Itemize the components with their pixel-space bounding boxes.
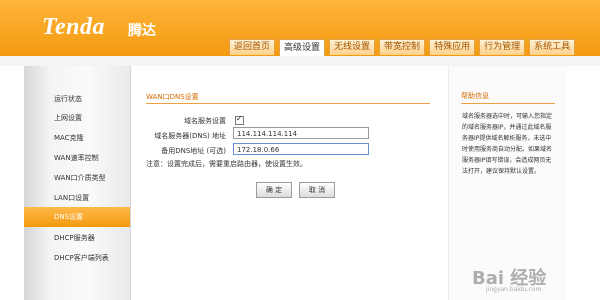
sidebar-item-wan-speed[interactable]: WAN速率控制 xyxy=(24,148,130,168)
secondary-dns-label: 备用DNS地址 (可选) xyxy=(161,147,226,155)
primary-dns-input[interactable]: 114.114.114.114 xyxy=(233,127,369,139)
sidebar: 运行状态 上网设置 MAC克隆 WAN速率控制 WAN口介质类型 LAN口设置 … xyxy=(24,66,131,300)
primary-dns-label: 域名服务器(DNS) 地址 xyxy=(154,132,226,140)
tab-wireless-settings[interactable]: 无线设置 xyxy=(329,39,376,55)
ok-button[interactable]: 确 定 xyxy=(256,182,292,198)
help-divider xyxy=(461,103,555,104)
logo-chinese-text: 腾达 xyxy=(128,23,156,39)
sidebar-item-internet[interactable]: 上网设置 xyxy=(24,108,130,128)
watermark-url: jingyan.baidu.com xyxy=(486,286,542,293)
tab-advanced-settings[interactable]: 高级设置 xyxy=(279,39,326,56)
sidebar-item-dns[interactable]: DNS设置 xyxy=(24,207,130,227)
sidebar-item-wan-media[interactable]: WAN口介质类型 xyxy=(24,168,130,188)
secondary-dns-input[interactable]: 172.18.0.66 xyxy=(233,143,369,155)
sidebar-item-status[interactable]: 运行状态 xyxy=(24,89,130,109)
sidebar-item-mac-clone[interactable]: MAC克隆 xyxy=(24,128,130,148)
section-divider xyxy=(146,103,430,104)
cancel-button[interactable]: 取 消 xyxy=(299,182,335,198)
sidebar-item-dhcp-clients[interactable]: DHCP客户端列表 xyxy=(24,248,130,268)
help-text: 域名服务器选中时，可输入您指定的域名服务器IP，并通过此域名服务器IP提供域名解… xyxy=(462,113,553,175)
header-bar: Tenda 腾达 返回首页 高级设置 无线设置 带宽控制 特殊应用 行为管理 系… xyxy=(0,0,600,56)
sidebar-item-lan[interactable]: LAN口设置 xyxy=(24,188,130,208)
tab-special-apps[interactable]: 特殊应用 xyxy=(429,39,476,55)
tab-behavior-management[interactable]: 行为管理 xyxy=(479,39,526,55)
section-title: WAN口DNS设置 xyxy=(146,93,199,101)
tenda-logo: Tenda xyxy=(42,14,105,40)
settings-note: 注意：设置完成后，需要重启路由器，使设置生效。 xyxy=(146,160,307,168)
tab-bandwidth-control[interactable]: 带宽控制 xyxy=(379,39,426,55)
sidebar-item-dhcp-server[interactable]: DHCP服务器 xyxy=(24,228,130,248)
tab-system-tools[interactable]: 系统工具 xyxy=(529,39,576,55)
dns-settings-panel: WAN口DNS设置 域名服务设置 域名服务器(DNS) 地址 114.114.1… xyxy=(132,66,445,300)
dns-service-checkbox[interactable] xyxy=(235,114,244,125)
help-title: 帮助信息 xyxy=(461,92,489,100)
tab-home[interactable]: 返回首页 xyxy=(229,39,276,55)
header-divider xyxy=(0,56,600,66)
top-nav-tabs: 返回首页 高级设置 无线设置 带宽控制 特殊应用 行为管理 系统工具 xyxy=(229,39,579,56)
dns-service-label: 域名服务设置 xyxy=(184,117,226,125)
